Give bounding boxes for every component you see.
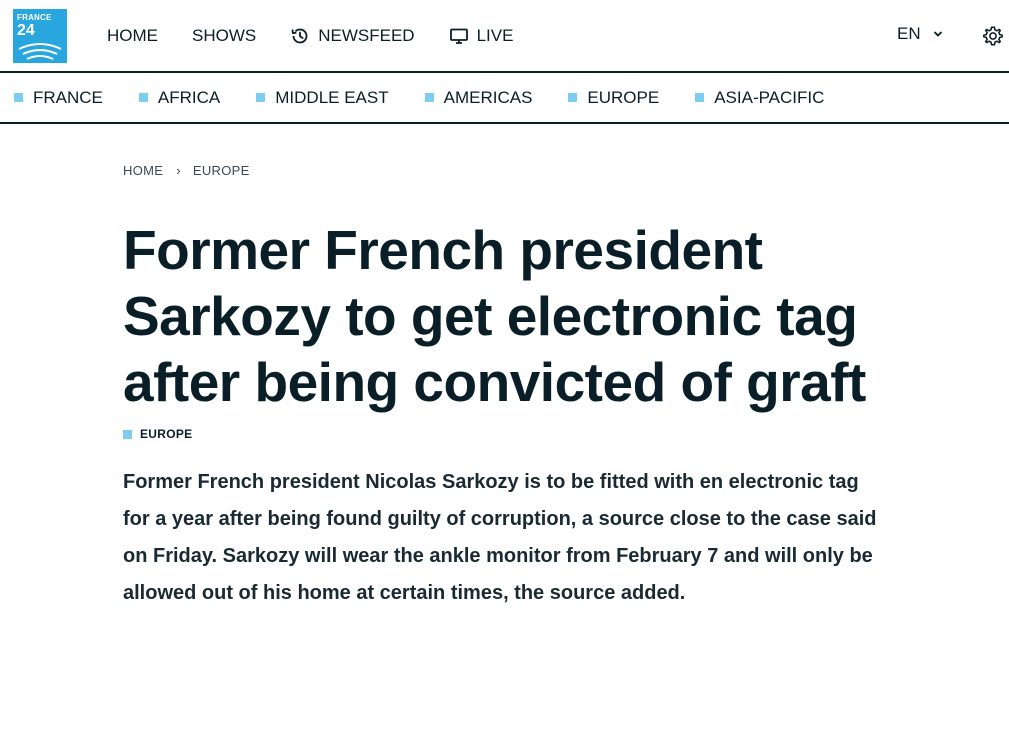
region-americas-label: AMERICAS [443,87,533,107]
chevron-down-icon [933,30,943,38]
breadcrumb: HOME › EUROPE [123,163,923,178]
article-title: Former French president Sarkozy to get e… [123,219,866,413]
history-icon [290,26,310,46]
nav-live-label: LIVE [476,25,514,45]
breadcrumb-section[interactable]: EUROPE [193,163,250,178]
nav-home-label: HOME [107,25,158,45]
region-europe[interactable]: EUROPE [568,88,659,108]
region-nav: FRANCE AFRICA MIDDLE EAST AMERICAS EUROP… [0,73,1009,124]
nav-newsfeed-label: NEWSFEED [318,25,415,45]
region-bullet [14,93,23,102]
main-nav: HOME SHOWS NEWSFEED LIVE [107,0,547,71]
region-bullet [424,93,434,102]
region-bullet [695,93,705,102]
breadcrumb-separator: › [176,163,181,178]
region-france[interactable]: FRANCE [14,88,103,108]
region-france-label: FRANCE [33,87,103,107]
nav-newsfeed[interactable]: NEWSFEED [290,25,415,46]
region-africa-label: AFRICA [157,87,221,107]
region-asia-pacific[interactable]: ASIA-PACIFIC [695,88,824,108]
logo-text-france: FRANCE [17,13,52,22]
tag-bullet [123,429,132,439]
region-europe-label: EUROPE [587,87,660,107]
nav-home[interactable]: HOME [107,26,158,46]
region-asia-pacific-label: ASIA-PACIFIC [714,87,825,107]
article: HOME › EUROPE Former French president Sa… [123,126,923,632]
region-africa[interactable]: AFRICA [138,87,221,108]
language-label: EN [897,24,921,43]
article-lead: Former French president Nicolas Sarkozy … [123,471,877,604]
region-middle-east-label: MIDDLE EAST [275,87,389,107]
top-navigation: FRANCE 24 HOME SHOWS NEWSFEED LIVE EN [0,0,1009,73]
article-section-tag[interactable]: EUROPE [123,427,923,441]
nav-shows-label: SHOWS [192,25,257,45]
logo-text-24: 24 [17,22,35,39]
region-middle-east[interactable]: MIDDLE EAST [256,87,389,108]
region-bullet [256,93,266,102]
nav-shows[interactable]: SHOWS [192,26,256,46]
france24-logo[interactable]: FRANCE 24 [13,9,67,63]
language-selector[interactable]: EN [897,24,943,44]
breadcrumb-home[interactable]: HOME [123,163,163,178]
region-bullet [568,93,578,102]
nav-live[interactable]: LIVE [449,25,514,46]
monitor-icon [449,26,469,46]
region-americas[interactable]: AMERICAS [424,87,533,108]
gear-icon[interactable] [982,25,1004,52]
region-bullet [138,93,148,102]
article-section-tag-label: EUROPE [140,427,193,441]
